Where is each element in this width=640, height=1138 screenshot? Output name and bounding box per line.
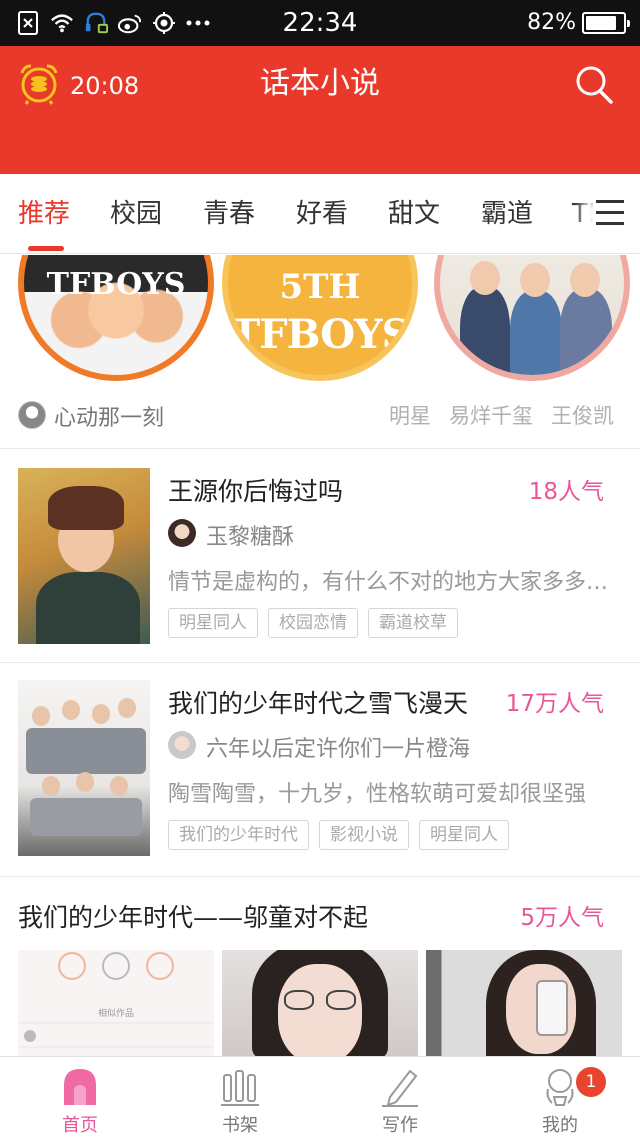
tab-tfboys[interactable]: TI bbox=[572, 198, 596, 230]
book-cover[interactable] bbox=[18, 468, 150, 644]
book-tags: 我们的少年时代 影视小说 明星同人 bbox=[168, 820, 509, 850]
book-title[interactable]: 我们的少年时代——邬童对不起 bbox=[18, 898, 368, 934]
avatar bbox=[168, 731, 196, 759]
divider bbox=[0, 876, 640, 877]
banner-image-text: TFBOYS bbox=[46, 267, 186, 302]
nav-label: 首页 bbox=[62, 1115, 98, 1136]
book-image-strip[interactable]: 相似作品 bbox=[18, 950, 622, 1056]
banner-image-tfboys[interactable]: TFBOYS bbox=[18, 255, 214, 381]
bookshelf-icon bbox=[220, 1067, 260, 1107]
app-title: 话本小说 bbox=[260, 66, 380, 101]
book-cover[interactable] bbox=[18, 680, 150, 856]
banner-author[interactable]: 心动那一刻 bbox=[54, 400, 164, 432]
search-icon bbox=[574, 66, 614, 110]
nav-label: 书架 bbox=[222, 1115, 258, 1136]
profile-icon bbox=[540, 1067, 580, 1107]
book-title[interactable]: 王源你后悔过吗 bbox=[168, 472, 343, 508]
book-item[interactable]: 王源你后悔过吗 18人气 玉黎糖酥 情节是虚构的，有什么不对的地方大家多多包涵 … bbox=[0, 450, 640, 662]
divider bbox=[0, 448, 640, 449]
status-right: 82% bbox=[527, 9, 630, 37]
notification-badge: 1 bbox=[576, 1067, 606, 1097]
battery-fill bbox=[586, 16, 616, 30]
tab-good[interactable]: 好看 bbox=[296, 198, 348, 230]
featured-banner[interactable]: TFBOYS 5TH TFBOYS bbox=[0, 255, 640, 383]
book-image[interactable] bbox=[222, 950, 418, 1056]
search-button[interactable] bbox=[574, 64, 614, 110]
book-tag[interactable]: 明星同人 bbox=[168, 608, 258, 638]
nav-write[interactable]: 写作 bbox=[320, 1057, 480, 1138]
book-description: 情节是虚构的，有什么不对的地方大家多多包涵 bbox=[168, 570, 620, 595]
status-bar: 22:34 82% bbox=[0, 0, 640, 46]
category-tabs: 推荐 校园 青春 好看 甜文 霸道 TI bbox=[0, 174, 640, 254]
book-tag[interactable]: 霸道校草 bbox=[368, 608, 458, 638]
pen-icon bbox=[380, 1067, 420, 1107]
tab-domineering[interactable]: 霸道 bbox=[481, 198, 533, 230]
book-tag[interactable]: 校园恋情 bbox=[268, 608, 358, 638]
battery-icon bbox=[582, 12, 630, 34]
tab-recommend[interactable]: 推荐 bbox=[18, 198, 70, 230]
bottom-nav: 首页 书架 写作 1 我的 bbox=[0, 1056, 640, 1138]
tab-campus[interactable]: 校园 bbox=[110, 198, 162, 230]
banner-tags: 明星 易烊千玺 王俊凯 bbox=[389, 400, 614, 430]
book-tag[interactable]: 我们的少年时代 bbox=[168, 820, 309, 850]
book-description: 陶雪陶雪，十九岁，性格软萌可爱却很坚强 bbox=[168, 782, 587, 807]
home-icon bbox=[60, 1067, 100, 1107]
nav-label: 写作 bbox=[382, 1115, 418, 1136]
menu-icon[interactable] bbox=[596, 200, 630, 228]
nav-profile[interactable]: 1 我的 bbox=[480, 1057, 640, 1138]
book-popularity: 5万人气 bbox=[520, 905, 604, 931]
book-item[interactable]: 我们的少年时代之雪飞漫天 17万人气 六年以后定许你们一片橙海 陶雪陶雪，十九岁… bbox=[0, 662, 640, 874]
avatar bbox=[168, 519, 196, 547]
book-popularity: 18人气 bbox=[528, 479, 604, 505]
tab-sweet[interactable]: 甜文 bbox=[388, 198, 440, 230]
book-image[interactable]: 相似作品 bbox=[18, 950, 214, 1056]
thumb-text: 相似作品 bbox=[97, 1009, 134, 1019]
banner-image-5th[interactable]: 5TH TFBOYS bbox=[222, 255, 418, 381]
book-popularity: 17万人气 bbox=[505, 691, 604, 717]
banner-meta: 心动那一刻 明星 易烊千玺 王俊凯 bbox=[0, 392, 640, 440]
banner-image-anniversary[interactable] bbox=[434, 255, 630, 381]
nav-bookshelf[interactable]: 书架 bbox=[160, 1057, 320, 1138]
nav-label: 我的 bbox=[542, 1115, 578, 1136]
book-image[interactable] bbox=[426, 950, 622, 1056]
book-tags: 明星同人 校园恋情 霸道校草 bbox=[168, 608, 458, 638]
active-tab-indicator bbox=[28, 246, 64, 251]
nav-home[interactable]: 首页 bbox=[0, 1057, 160, 1138]
avatar bbox=[18, 401, 46, 429]
book-title[interactable]: 我们的少年时代之雪飞漫天 bbox=[168, 684, 468, 720]
banner-tag[interactable]: 明星 bbox=[389, 400, 431, 430]
battery-percent: 82% bbox=[527, 10, 576, 35]
banner-tag[interactable]: 王俊凯 bbox=[551, 400, 614, 430]
book-tag[interactable]: 明星同人 bbox=[419, 820, 509, 850]
banner-tag[interactable]: 易烊千玺 bbox=[449, 400, 533, 430]
book-author[interactable]: 六年以后定许你们一片橙海 bbox=[206, 731, 470, 763]
book-tag[interactable]: 影视小说 bbox=[319, 820, 409, 850]
tab-youth[interactable]: 青春 bbox=[203, 198, 255, 230]
book-author[interactable]: 玉黎糖酥 bbox=[206, 519, 294, 551]
banner-image-text: TFBOYS bbox=[230, 311, 411, 358]
banner-image-text: 5TH bbox=[279, 267, 361, 307]
